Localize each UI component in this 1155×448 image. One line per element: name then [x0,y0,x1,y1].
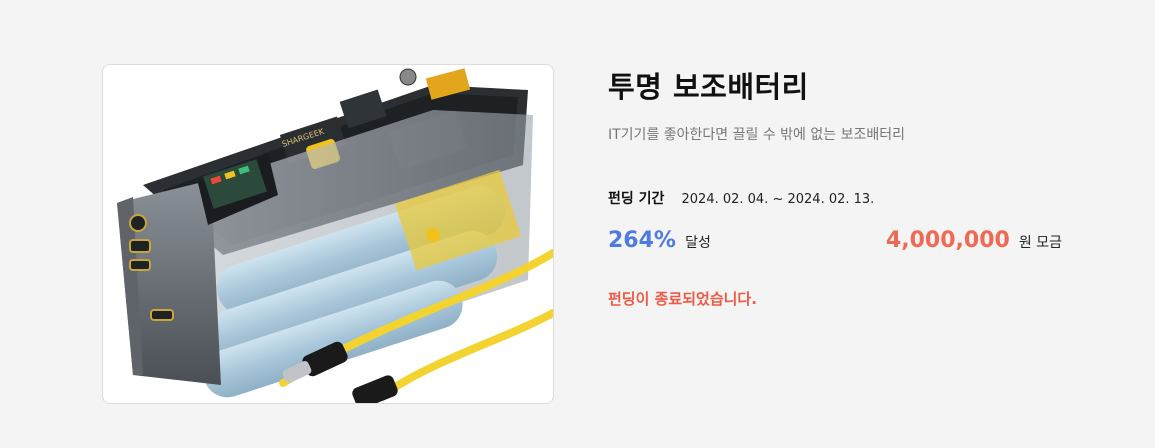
achievement-rate: 264% 달성 [608,228,711,253]
achievement-rate-label: 달성 [685,235,711,251]
raised-amount-value: 4,000,000 [885,228,1010,253]
product-image: SHARGEEK [102,64,554,404]
product-title: 투명 보조배터리 [608,70,809,104]
raised-amount-label: 원 모금 [1018,235,1062,251]
achievement-rate-value: 264% [608,228,676,253]
product-subtitle: IT기기를 좋아한다면 끌릴 수 밖에 없는 보조배터리 [608,127,905,143]
funding-stats: 264% 달성 4,000,000 원 모금 [608,228,1062,260]
funding-status-message: 펀딩이 종료되었습니다. [608,290,757,308]
power-bank-product-image: SHARGEEK [117,68,553,403]
funding-period-value: 2024. 02. 04. ~ 2024. 02. 13. [681,192,875,207]
funding-period: 펀딩 기간 2024. 02. 04. ~ 2024. 02. 13. [608,188,874,208]
funding-period-label: 펀딩 기간 [608,191,665,207]
raised-amount: 4,000,000 원 모금 [886,228,1062,253]
